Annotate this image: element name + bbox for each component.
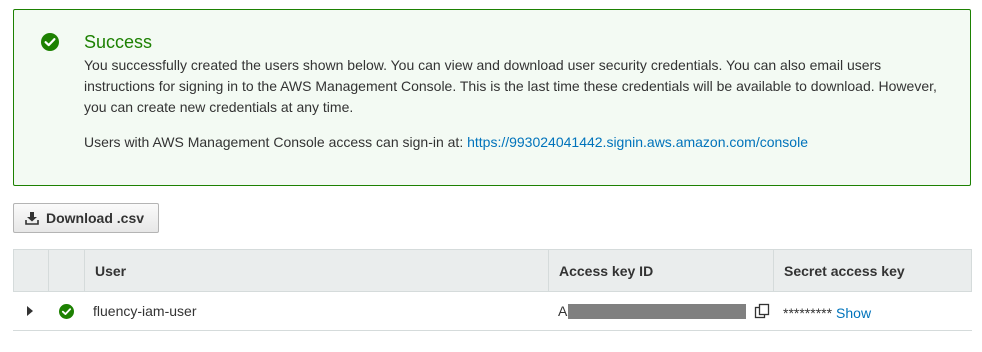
expand-row-toggle[interactable] [27, 292, 33, 330]
redacted-access-key [568, 303, 747, 319]
signin-line: Users with AWS Management Console access… [84, 132, 808, 153]
user-name-cell: fluency-iam-user [93, 303, 197, 319]
column-header-secret-access-key[interactable]: Secret access key [773, 250, 972, 292]
table-row: fluency-iam-user A ********* Show [13, 292, 972, 331]
expand-column-header [13, 250, 48, 292]
download-csv-label: Download .csv [46, 210, 145, 226]
signin-prefix: Users with AWS Management Console access… [84, 134, 468, 150]
users-table: User Access key ID Secret access key flu… [13, 249, 972, 331]
secret-masked: ********* [783, 305, 833, 321]
access-key-prefix: A [558, 303, 568, 319]
access-key-id-cell: A [558, 292, 770, 330]
table-header: User Access key ID Secret access key [13, 249, 972, 292]
copy-icon[interactable] [754, 303, 770, 319]
console-signin-link[interactable]: https://993024041442.signin.aws.amazon.c… [467, 134, 808, 150]
alert-message: You successfully created the users shown… [84, 57, 937, 115]
alert-title: Success [84, 32, 153, 52]
column-header-access-key-id[interactable]: Access key ID [548, 250, 773, 292]
download-csv-button[interactable]: Download .csv [13, 203, 159, 233]
check-circle-icon [59, 303, 74, 319]
page: Success You successfully created the use… [0, 0, 982, 352]
download-icon [25, 212, 39, 225]
row-status [59, 292, 74, 330]
show-secret-link[interactable]: Show [836, 305, 871, 321]
column-header-user[interactable]: User [84, 250, 548, 292]
status-column-header [48, 250, 84, 292]
caret-right-icon [27, 306, 33, 316]
secret-access-key-cell: ********* Show [783, 294, 871, 332]
check-circle-icon [41, 33, 59, 51]
success-alert: Success You successfully created the use… [13, 9, 971, 186]
